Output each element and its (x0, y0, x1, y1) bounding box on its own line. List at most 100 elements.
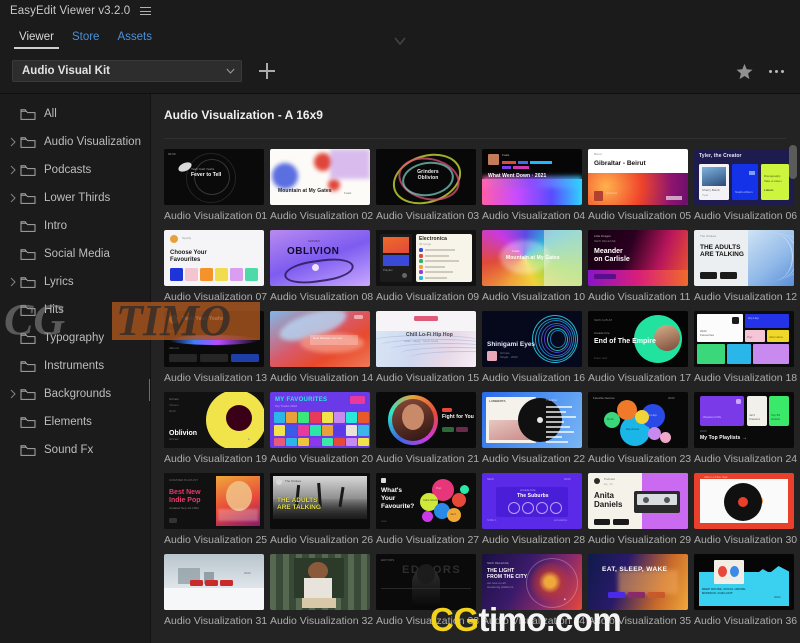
sidebar-item-sound-fx[interactable]: Sound Fx (0, 436, 150, 464)
expand-arrow-icon[interactable] (6, 387, 20, 401)
add-kit-button[interactable] (259, 63, 275, 79)
thumbnail-cell[interactable]: Little Dragon NEW RELEASE Meander on Carl… (588, 230, 692, 303)
hamburger-icon[interactable] (140, 7, 152, 15)
thumbnail-preview[interactable]: GRIMES OBLIVION (270, 230, 370, 286)
thumbnail-preview[interactable]: EAT, SLEEP, WAKE (588, 554, 688, 610)
thumbnail-cell[interactable]: Chill Lo-Fi Hip Hop relax · study · focu… (376, 311, 480, 384)
thumbnail-cell[interactable]: New Release out now Audio Visualization … (270, 311, 374, 384)
sidebar-item-audio-visualization[interactable]: Audio Visualization (0, 128, 150, 156)
sidebar-item-instruments[interactable]: Instruments (0, 352, 150, 380)
sidebar-item-social-media[interactable]: Social Media (0, 240, 150, 268)
thumbnail-cell[interactable]: NEW RELEASE THE LIGHT FROM THE CITY out n… (482, 554, 586, 627)
thumbnail-preview[interactable]: Playlist Electronica 36 songs (376, 230, 476, 286)
thumbnail-preview[interactable]: Weekend Mix Jazz Classics Top 50 Global 20… (694, 392, 794, 448)
thumbnail-preview[interactable]: NEW 2022 Arcade Fire The Suburbs SIDE 1 … (482, 473, 582, 529)
tab-assets[interactable]: Assets (108, 30, 161, 49)
thumbnail-preview[interactable]: Grimes Visions 2012 Oblivion Grimes ▶ (164, 392, 264, 448)
sidebar-item-podcasts[interactable]: Podcasts (0, 156, 150, 184)
thumbnail-preview[interactable]: Foals What Went Down · 2021 (482, 149, 582, 205)
sidebar-item-all[interactable]: All (0, 100, 150, 128)
thumbnail-preview[interactable]: What's Your Favourite? Pop Indie Rock Jazz… (376, 473, 476, 529)
kit-dropdown[interactable]: Audio Visual Kit (12, 60, 242, 82)
thumbnail-cell[interactable]: Foals What Went Down · 2021 Audio Visuali… (482, 149, 586, 222)
sidebar-item-lower-thirds[interactable]: Lower Thirds (0, 184, 150, 212)
thumbnail-cell[interactable]: DEEP HOUSE, VOCAL HOUSE, NUDISCO, CHILLOU… (694, 554, 798, 627)
scrollbar-thumb[interactable] (789, 145, 797, 179)
thumbnail-cell[interactable]: The Strokes THE ADULTS ARE TALKING Audio … (694, 230, 798, 303)
thumbnail-cell[interactable]: Podcast Ep. 42 Anita Daniels Audio Visual… (588, 473, 692, 546)
sidebar-item-backgrounds[interactable]: Backgrounds (0, 380, 150, 408)
thumbnail-cell[interactable]: GRIMES OBLIVION Audio Visualization 08 (270, 230, 374, 303)
thumbnail-preview[interactable]: Tyler, the Creator Cherry Bomb Tyler Stu… (694, 149, 794, 205)
thumbnail-cell[interactable]: Favorite Genres 2022 Electronic Hip Hop … (588, 392, 692, 465)
thumbnail-cell[interactable]: Spotify Choose Your Favourites Audio Visu… (164, 230, 268, 303)
more-options-icon[interactable] (769, 69, 784, 73)
thumbnail-preview[interactable]: The Strokes THE ADULTS ARE TALKING (270, 473, 370, 529)
thumbnail-preview[interactable]: NEW ALBUM Arcade Fire End of The Empire … (588, 311, 688, 367)
thumbnail-preview[interactable]: Grinders Oblivion (376, 149, 476, 205)
thumbnail-cell[interactable]: Grinders Oblivion Audio Visualization 03 (376, 149, 480, 222)
thumbnail-preview[interactable]: Podcast Ep. 42 Anita Daniels (588, 473, 688, 529)
thumbnail-cell[interactable]: Foals Mountain at My Gates Audio Visualiz… (482, 230, 586, 303)
chevron-down-icon[interactable] (394, 36, 406, 46)
thumbnail-cell[interactable]: Playlist Electronica 36 songs Audio Visu… (376, 230, 480, 303)
thumbnail-cell[interactable]: Audio Visualization 32 (270, 554, 374, 627)
thumbnail-preview[interactable]: 2022 Favourites Hip Hop Pop Alternative (694, 311, 794, 367)
thumbnail-preview[interactable]: Shinigami Eyes Grimes Single · 2022 (482, 311, 582, 367)
tab-viewer[interactable]: Viewer (10, 30, 63, 49)
thumbnail-preview[interactable]: 2022 (164, 554, 264, 610)
thumbnail-cell[interactable]: Mountain at My Gates Foals Audio Visualiz… (270, 149, 374, 222)
thumbnail-cell[interactable]: Album of the Year Audio Visualization 30 … (694, 473, 798, 546)
thumbnail-preview[interactable]: The Strokes THE ADULTS ARE TALKING (694, 230, 794, 286)
thumbnail-preview[interactable]: Favorite Genres 2022 Electronic Hip Hop … (588, 392, 688, 448)
thumbnail-cell[interactable]: NEW ALBUM Arcade Fire End of The Empire … (588, 311, 692, 384)
thumbnail-preview[interactable]: DEEP HOUSE, VOCAL HOUSE, NUDISCO, CHILLOU… (694, 554, 794, 610)
thumbnail-preview[interactable]: NEW RELEASE THE LIGHT FROM THE CITY out n… (482, 554, 582, 610)
sidebar-item-intro[interactable]: Intro (0, 212, 150, 240)
thumbnail-cell[interactable]: The Strokes THE ADULTS ARE TALKING Audio … (270, 473, 374, 546)
thumbnail-preview[interactable]: New Release out now (270, 311, 370, 367)
thumbnail-preview[interactable]: Spotify Choose Your Favourites (164, 230, 264, 286)
expand-arrow-icon[interactable] (6, 163, 20, 177)
thumbnail-preview[interactable]: Foals Mountain at My Gates (482, 230, 582, 286)
thumbnail-cell[interactable]: Grimes Visions 2012 Oblivion Grimes ▶ Aud… (164, 392, 268, 465)
sidebar-item-elements[interactable]: Elements (0, 408, 150, 436)
thumbnail-cell[interactable]: Fight for You Audio Visualization 21 (376, 392, 480, 465)
thumbnail-preview[interactable]: Beirut Gibraltar - Beirut Gibraltar (588, 149, 688, 205)
thumbnail-preview[interactable] (270, 554, 370, 610)
expand-arrow-icon[interactable] (6, 191, 20, 205)
tab-store[interactable]: Store (63, 30, 109, 49)
sidebar-item-lyrics[interactable]: Lyrics (0, 268, 150, 296)
thumbnail-cell[interactable]: LAMBERTA Tracklist Audio Visualization 2… (482, 392, 586, 465)
thumbnail-cell[interactable]: CURATED PLAYLIST Best New Indie Pop Updat… (164, 473, 268, 546)
thumbnail-preview[interactable]: Mountain at My Gates Foals (270, 149, 370, 205)
expand-arrow-icon[interactable] (6, 275, 20, 289)
sidebar-item-hits[interactable]: Hits (0, 296, 150, 324)
thumbnail-preview[interactable]: Fight for You (376, 392, 476, 448)
thumbnail-cell[interactable]: NEW 2022 Arcade Fire The Suburbs SIDE 1 … (482, 473, 586, 546)
thumbnail-cell[interactable]: 2022 Favourites Hip Hop Pop Alternative A… (694, 311, 798, 384)
thumbnail-cell[interactable]: Weekend Mix Jazz Classics Top 50 Global 20… (694, 392, 798, 465)
thumbnail-cell[interactable]: EDITORS EDITORS Audio Visualization 33 (376, 554, 480, 627)
thumbnail-cell[interactable]: What's Your Favourite? Pop Indie Rock Jazz… (376, 473, 480, 546)
thumbnail-preview[interactable]: EDITORS EDITORS (376, 554, 476, 610)
thumbnail-preview[interactable]: Little Dragon NEW RELEASE Meander on Carl… (588, 230, 688, 286)
thumbnail-cell[interactable]: Beirut Gibraltar - Beirut Gibraltar Audi… (588, 149, 692, 222)
thumbnail-cell[interactable]: Tyler, the Creator Cherry Bomb Tyler Stu… (694, 149, 798, 222)
expand-arrow-icon[interactable] (6, 135, 20, 149)
thumbnail-preview[interactable]: Album of the Year (694, 473, 794, 529)
sidebar-item-typography[interactable]: Typography (0, 324, 150, 352)
star-icon[interactable] (736, 63, 753, 80)
thumbnail-preview[interactable]: LAMBERTA Tracklist (482, 392, 582, 448)
thumbnail-cell[interactable]: Yeah Yeah Yeahs Now to Go Albums Audio V… (164, 311, 268, 384)
thumbnail-cell[interactable]: MY FAVOURITES Top Tracks 2022 Audio Visu… (270, 392, 374, 465)
thumbnail-preview[interactable]: MY FAVOURITES Top Tracks 2022 (270, 392, 370, 448)
thumbnail-cell[interactable]: EAT, SLEEP, WAKE Audio Visualization 35 (588, 554, 692, 627)
thumbnail-preview[interactable]: 00:00 Fever to Tell Yeah Yeah Yeahs (164, 149, 264, 205)
thumbnail-preview[interactable]: Chill Lo-Fi Hip Hop relax · study · focu… (376, 311, 476, 367)
thumbnail-preview[interactable]: CURATED PLAYLIST Best New Indie Pop Updat… (164, 473, 264, 529)
thumbnail-cell[interactable]: Shinigami Eyes Grimes Single · 2022 Audio … (482, 311, 586, 384)
thumbnail-cell[interactable]: 00:00 Fever to Tell Yeah Yeah Yeahs Audio… (164, 149, 268, 222)
thumbnail-cell[interactable]: 2022 Audio Visualization 31 (164, 554, 268, 627)
vertical-scrollbar[interactable] (789, 145, 797, 643)
